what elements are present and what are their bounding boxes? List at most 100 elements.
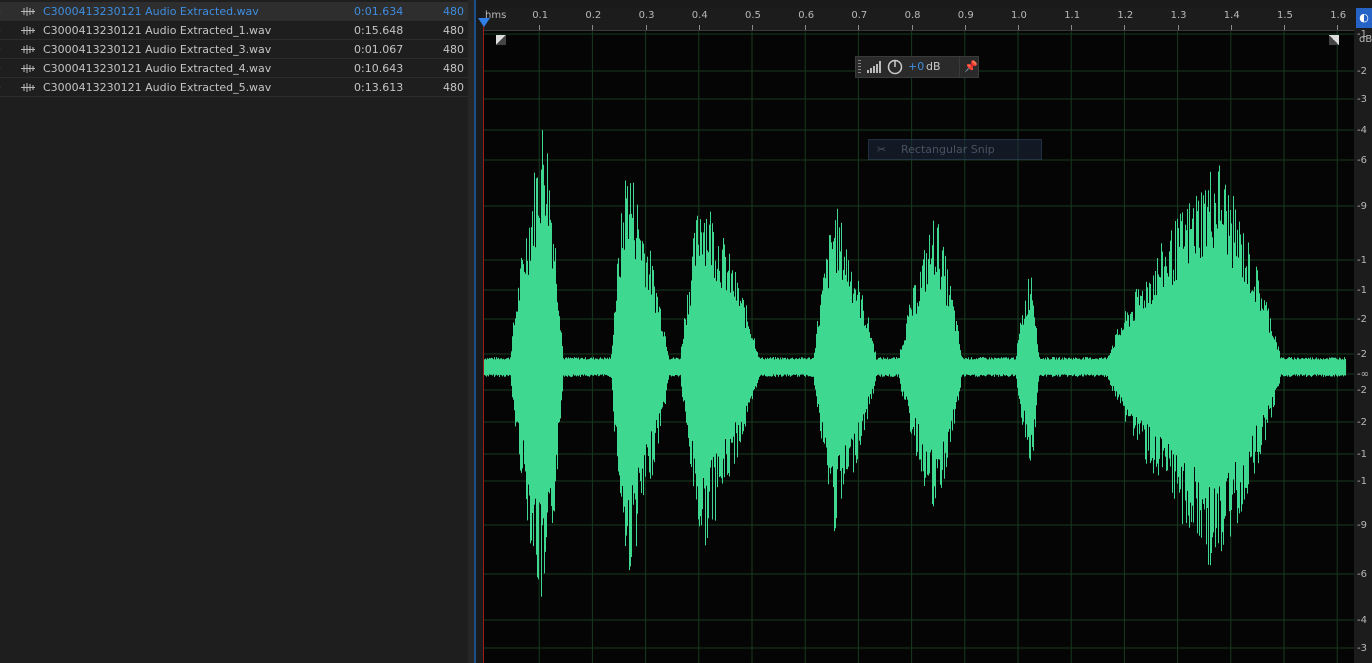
waveform-icon	[21, 64, 35, 73]
db-scale-label: -4	[1357, 125, 1367, 136]
ruler-tick	[1284, 25, 1285, 30]
ruler-tick-label: 0.8	[904, 10, 921, 21]
db-scale-label: -6	[1357, 569, 1367, 580]
file-name: C3000413230121 Audio Extracted_5.wav	[43, 81, 272, 94]
ruler-tick-label: 0.1	[532, 10, 549, 21]
db-scale-label: -2	[1357, 385, 1367, 396]
ruler-tick-label: 0.9	[957, 10, 974, 21]
ruler-tick	[645, 25, 647, 30]
chevron-right-icon[interactable]: ›	[0, 2, 5, 21]
file-list-item[interactable]: › C3000413230121 Audio Extracted_1.wav 0:1…	[0, 21, 468, 40]
power-knob-icon[interactable]	[887, 59, 903, 75]
ruler-tick	[1177, 25, 1179, 30]
waveform-editor: hms 0.1 0.2 0.3 0.4 0.5 0.6 0.7 0.8 0.9 1.0 1.1 1.2…	[476, 0, 1372, 663]
ruler-tick-label: 1.3	[1170, 10, 1187, 21]
ruler-tick	[1337, 25, 1339, 30]
ruler-tick-label: 0.2	[585, 10, 602, 21]
volume-unit: dB	[926, 60, 941, 73]
fade-out-handle[interactable]	[1329, 35, 1339, 45]
db-scale-label: -2	[1357, 66, 1367, 77]
ruler-tick	[911, 25, 913, 30]
ruler-tick	[698, 25, 700, 30]
ruler-tick-label: 1.2	[1117, 10, 1134, 21]
file-sample-rate: 480	[443, 62, 464, 75]
ruler-tick-label: 1.4	[1223, 10, 1240, 21]
waveform-core	[483, 245, 1347, 489]
file-sample-rate: 480	[443, 43, 464, 56]
waveform-icon	[21, 45, 35, 54]
file-duration: 0:01.634	[354, 5, 404, 18]
db-scale-label: -2	[1357, 314, 1367, 325]
db-scale-label: -3	[1357, 643, 1367, 654]
playhead-line	[483, 24, 484, 663]
waveform-icon	[21, 83, 35, 92]
waveform-display[interactable]	[483, 31, 1354, 663]
file-sample-rate: 480	[443, 24, 464, 37]
db-scale-label: -2	[1357, 417, 1367, 428]
file-sample-rate: 480	[443, 81, 464, 94]
db-scale-label: -6	[1357, 155, 1367, 166]
db-scale-label: -2	[1357, 349, 1367, 360]
level-meter-icon	[867, 61, 881, 73]
time-ruler[interactable]: hms 0.1 0.2 0.3 0.4 0.5 0.6 0.7 0.8 0.9 1.0 1.1 1.2…	[483, 8, 1354, 31]
ruler-tick	[1124, 25, 1126, 30]
db-scale-label: -1	[1357, 255, 1367, 266]
file-list-item[interactable]: › C3000413230121 Audio Extracted_3.wav 0:0…	[0, 40, 468, 59]
db-scale-label: -9	[1357, 201, 1367, 212]
ruler-tick	[858, 25, 860, 30]
ruler-tick-label: 0.3	[638, 10, 655, 21]
ruler-tick-label: 1.1	[1064, 10, 1081, 21]
file-name: C3000413230121 Audio Extracted.wav	[43, 5, 259, 18]
file-duration: 0:01.067	[354, 43, 404, 56]
ruler-tick	[539, 25, 541, 30]
file-name: C3000413230121 Audio Extracted_1.wav	[43, 24, 272, 37]
ruler-tick-label: 1.5	[1277, 10, 1293, 21]
hud-divider	[959, 57, 960, 77]
waveform-icon	[21, 7, 35, 16]
ruler-tick-label: 0.5	[745, 10, 761, 21]
ruler-tick-label: 0.7	[851, 10, 868, 21]
waveform-icon	[21, 26, 35, 35]
db-scale-label: -1	[1357, 449, 1367, 460]
ruler-tick	[1071, 25, 1073, 30]
db-scale-label: -9	[1357, 520, 1367, 531]
db-scale-label: -1	[1357, 29, 1367, 40]
waveform-canvas	[483, 31, 1354, 663]
file-list-item[interactable]: › C3000413230121 Audio Extracted_5.wav 0:1…	[0, 78, 468, 97]
playhead-marker[interactable]	[478, 18, 490, 27]
file-list-item[interactable]: › C3000413230121 Audio Extracted.wav 0:01.…	[0, 2, 468, 21]
ruler-tick	[1018, 25, 1019, 30]
ruler-tick-label: 1.6	[1330, 10, 1347, 21]
chevron-right-icon[interactable]: ›	[0, 78, 5, 97]
file-name: C3000413230121 Audio Extracted_3.wav	[43, 43, 272, 56]
db-scale-label: -4	[1357, 615, 1367, 626]
db-scale-label: -1	[1357, 285, 1367, 296]
ruler-tick	[1230, 25, 1232, 30]
scissors-icon: ✂	[877, 143, 887, 156]
file-duration: 0:10.643	[354, 62, 404, 75]
chevron-right-icon[interactable]: ›	[0, 21, 5, 40]
db-scale-label: -1	[1357, 476, 1367, 487]
ruler-tick-label: 1.0	[1011, 10, 1027, 21]
zoom-button[interactable]: ◐	[1356, 8, 1372, 28]
db-scale[interactable]: dB -1 -2 -3 -4 -6 -9 -1 -1 -2 -2 -∞ -2 -2 -1 -1 -9 -6 -4-…	[1354, 8, 1372, 663]
chevron-right-icon[interactable]: ›	[0, 40, 5, 59]
ruler-tick-label: 0.6	[798, 10, 815, 21]
snip-tooltip: ✂ Rectangular Snip	[868, 139, 1042, 160]
ruler-tick	[805, 25, 807, 30]
hud-grip-handle[interactable]	[858, 60, 861, 74]
volume-value[interactable]: +0	[908, 60, 924, 73]
ruler-tick	[592, 25, 594, 30]
ruler-tick	[964, 25, 966, 30]
file-sample-rate: 480	[443, 5, 464, 18]
file-duration: 0:15.648	[354, 24, 404, 37]
chevron-right-icon[interactable]: ›	[0, 59, 5, 78]
db-scale-label: -3	[1357, 94, 1367, 105]
files-panel: › C3000413230121 Audio Extracted.wav 0:01.…	[0, 0, 468, 663]
fade-in-handle[interactable]	[496, 35, 506, 45]
file-name: C3000413230121 Audio Extracted_4.wav	[43, 62, 272, 75]
volume-hud: +0 dB 📌	[855, 56, 979, 78]
pin-icon[interactable]: 📌	[964, 60, 978, 73]
db-scale-label: -∞	[1357, 369, 1369, 380]
file-list-item[interactable]: › C3000413230121 Audio Extracted_4.wav 0:1…	[0, 59, 468, 78]
